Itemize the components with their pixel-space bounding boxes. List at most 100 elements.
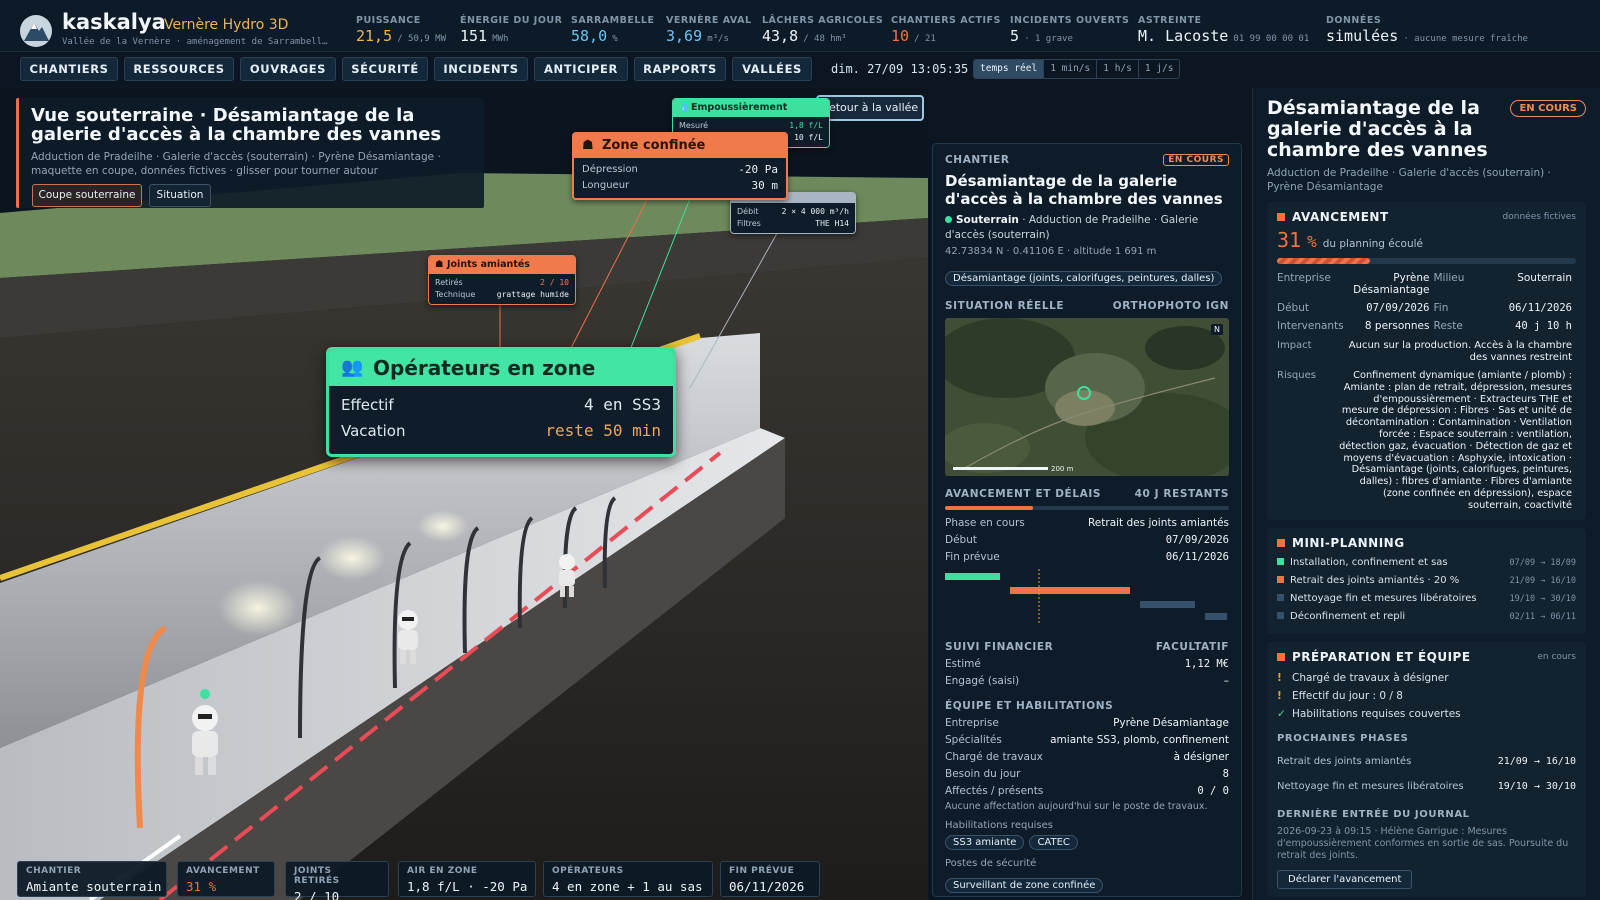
kpi-lachers[interactable]: LÂCHERS AGRICOLES 43,8 / 48 hm³ [762,15,883,45]
north-arrow-icon: N [1211,324,1223,335]
next-phase-row: Nettoyage fin et mesures libératoires 19/… [1277,780,1576,792]
nav-chantiers[interactable]: CHANTIERS [20,57,118,81]
nav-vallees[interactable]: VALLÉES [732,57,812,81]
planning-row[interactable]: Déconfinement et repli 02/11 → 06/11 [1277,608,1576,626]
fictive-data-note: données fictives [1502,212,1576,222]
nav-incidents[interactable]: INCIDENTS [434,57,528,81]
app-subtitle: Vallée de la Vernère · aménagement de Sa… [62,37,328,47]
prep-item: ! Effectif du jour : 0 / 8 [1277,687,1576,705]
phase-dot-icon [1277,575,1284,583]
progress-bar-fill [945,506,1034,510]
remaining-days: 40 J RESTANTS [1134,488,1229,500]
gantt-bar-retrait [1010,587,1130,594]
avancement-card: AVANCEMENT données fictives 31 % du plan… [1267,202,1586,520]
phase-dot-icon [1277,593,1284,601]
phase-dot-icon [1277,611,1284,619]
section-label: CHANTIER [945,154,1010,166]
nav-ressources[interactable]: RESSOURCES [124,57,234,81]
work-type-pill[interactable]: Désamiantage (joints, calorifuges, peint… [945,271,1223,286]
engaged-value: – [1223,675,1229,687]
security-posts-label: Postes de sécurité [945,858,1037,869]
nav-rapports[interactable]: RAPPORTS [634,57,726,81]
kpi-vernere-aval[interactable]: VERNÈRE AVAL 3,69 m³/s [666,15,752,45]
tag-operateurs-en-zone[interactable]: 👥 Opérateurs en zone Effectif 4 en SS3 Va… [326,347,676,457]
no-assignment-note: Aucune affectation aujourd'hui sur le po… [945,801,1208,812]
security-post-pill[interactable]: Surveillant de zone confinée [945,878,1104,893]
progress-percent: 31 [1277,228,1302,252]
finance-label: SUIVI FINANCIER [945,641,1054,653]
section-square-icon [1277,652,1285,661]
kpi-puissance[interactable]: PUISSANCE 21,5 / 50,9 MW [356,15,446,45]
kpi-value: 5 [1010,27,1020,45]
habilitation-pill[interactable]: CATEC [1029,835,1078,850]
prep-item: ✓ Habilitations requises couvertes [1277,705,1576,723]
detail-title: Désamiantage de la galerie d'accès à la … [1267,97,1488,161]
planning-row[interactable]: Nettoyage fin et mesures libératoires 19/… [1277,590,1576,608]
chantier-detail-panel: CHANTIER EN COURS Désamiantage de la gal… [932,143,1242,897]
tag-joints-amiantes[interactable]: ☗ Joints amiantés Retirés 2 / 10 Techniqu… [428,255,576,305]
nav-securite[interactable]: SÉCURITÉ [342,57,428,81]
drop-icon: 💧 [679,102,691,113]
app-logo [20,15,52,47]
ceiling-light [417,510,469,542]
kpi-sarrambelle[interactable]: SARRAMBELLE 58,0 % [571,15,654,45]
speed-1min[interactable]: 1 min/s [1044,60,1098,78]
detail-grid: Entreprise Pyrène Désamiantage Milieu So… [1277,272,1572,332]
chip-fin-prevue: FIN PRÉVUE 06/11/2026 [720,861,820,897]
progress-section-label: AVANCEMENT ET DÉLAIS [945,488,1102,500]
section-square-icon [1277,213,1285,221]
warning-icon: ☗ [582,138,594,153]
people-icon: 👥 [341,357,364,378]
kpi-incidents[interactable]: INCIDENTS OUVERTS 5 · 1 grave [1010,15,1129,45]
sensor-marker [200,689,210,699]
planning-row[interactable]: Retrait des joints amiantés · 20 % 21/09 … [1277,572,1576,590]
detail-subtitle: Adduction de Pradeilhe · Galerie d'accès… [1267,167,1551,193]
current-datetime: dim. 27/09 13:05:35 [831,62,969,76]
orthophoto-label: ORTHOPHOTO IGN [1112,300,1229,312]
kpi-value: 43,8 [762,27,799,45]
kpi-value: simulées [1326,27,1399,45]
speed-1j[interactable]: 1 j/s [1139,60,1180,78]
nav-anticiper[interactable]: ANTICIPER [534,57,628,81]
gantt-bar-nettoyage [1140,601,1195,608]
scene-title: Vue souterraine · Désamiantage de la gal… [31,105,442,145]
mini-planning-card: MINI-PLANNING Installation, confinement … [1267,527,1586,634]
situation-button[interactable]: Situation [149,184,211,207]
coupe-souterraine-button[interactable]: Coupe souterraine [32,184,142,207]
nav-ouvrages[interactable]: OUVRAGES [240,57,336,81]
start-date: 07/09/2026 [1165,534,1229,546]
kpi-value: 10 [891,27,910,45]
kpi-donnees[interactable]: DONNÉES simulées · aucune mesure fraîche [1326,15,1528,45]
warning-icon: ! [1277,671,1282,684]
speed-1h[interactable]: 1 h/s [1097,60,1139,78]
planning-row[interactable]: Installation, confinement et sas 07/09 → … [1277,554,1576,572]
chantier-title: Désamiantage de la galerie d'accès à la … [945,172,1223,208]
status-dot-icon [945,216,952,223]
kpi-energie[interactable]: ÉNERGIE DU JOUR 151 MWh [460,15,562,45]
scene-3d-viewport[interactable]: Vue souterraine · Désamiantage de la gal… [0,88,928,900]
phase-dot-icon [1277,557,1284,565]
orthophoto-map[interactable]: N 200 m [945,318,1229,476]
finance-optional: FACULTATIF [1155,641,1229,653]
speed-realtime[interactable]: temps réel [974,60,1045,78]
preparation-card: PRÉPARATION ET ÉQUIPE en cours ! Chargé d… [1267,641,1586,897]
situation-label: SITUATION RÉELLE [945,300,1065,312]
right-detail-panel: Désamiantage de la galerie d'accès à la … [1252,88,1600,900]
habilitation-pill[interactable]: SS3 amiante [945,835,1025,850]
kpi-value: M. Lacoste [1138,27,1229,45]
back-to-valley-button[interactable]: Retour à la vallée [816,95,924,121]
estimate-value: 1,12 M€ [1184,658,1229,670]
chip-avancement: AVANCEMENT 31 % [177,861,275,897]
gantt-bar-deconfinement [1205,613,1227,620]
app-product: Vernère Hydro 3D [164,17,289,33]
tag-zone-confinee[interactable]: ☗ Zone confinée Dépression -20 Pa Longueu… [572,132,788,200]
declare-progress-button[interactable]: Déclarer l'avancement [1277,869,1413,889]
kpi-chantiers[interactable]: CHANTIERS ACTIFS 10 / 21 [891,15,1001,45]
prep-status: en cours [1537,651,1576,662]
chantier-coords: 42.73834 N · 0.41106 E · altitude 1 691 … [945,246,1157,257]
check-icon: ✓ [1277,707,1286,720]
current-phase: Retrait des joints amiantés [1087,517,1229,529]
next-phases-label: PROCHAINES PHASES [1277,732,1409,744]
kpi-astreinte[interactable]: ASTREINTE M. Lacoste 01 99 00 00 01 [1138,15,1309,45]
prep-item: ! Chargé de travaux à désigner [1277,669,1576,687]
